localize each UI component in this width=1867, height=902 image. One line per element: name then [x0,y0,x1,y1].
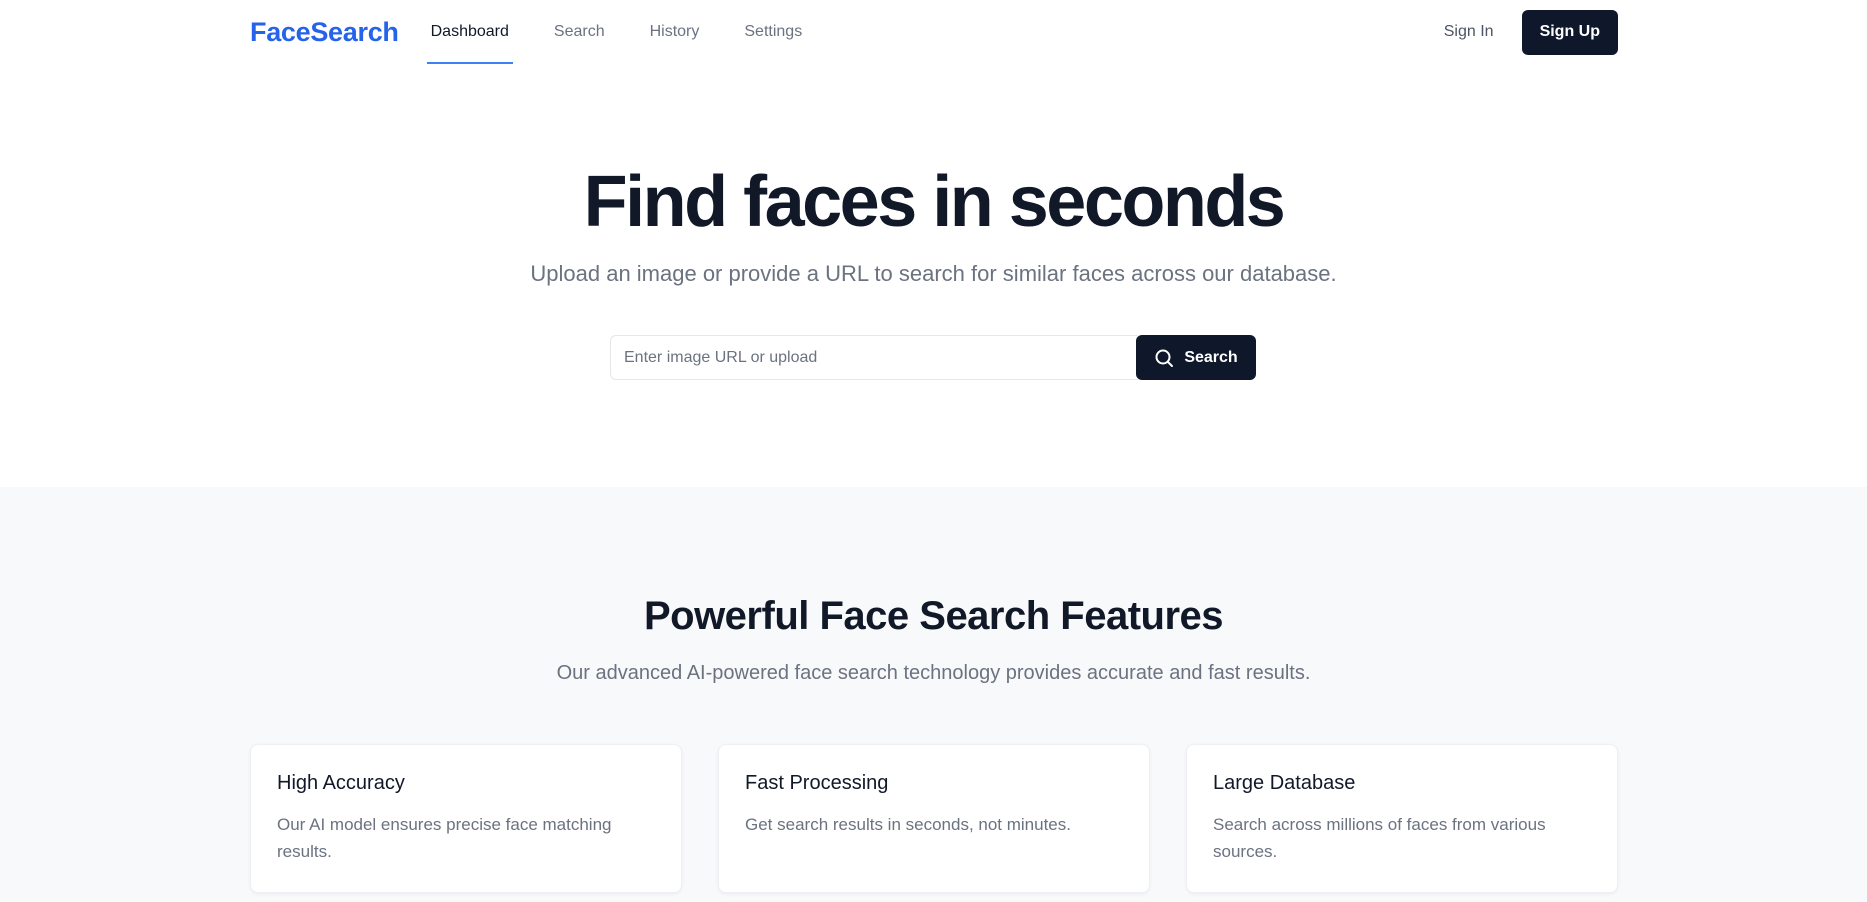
navbar-inner: FaceSearch Dashboard Search History Sett… [250,0,1618,64]
nav-link-search[interactable]: Search [550,0,609,64]
features-section: Powerful Face Search Features Our advanc… [0,487,1867,902]
hero-title: Find faces in seconds [583,162,1286,242]
search-bar: Search [610,335,1258,380]
nav-link-dashboard[interactable]: Dashboard [426,0,514,64]
sign-in-link[interactable]: Sign In [1444,23,1494,41]
image-url-input[interactable] [610,335,1138,380]
main-nav: Dashboard Search History Settings [426,0,844,64]
hero-section: Find faces in seconds Upload an image or… [0,64,1867,487]
features-subtitle: Our advanced AI-powered face search tech… [556,662,1311,684]
feature-card-description: Get search results in seconds, not minut… [745,815,1071,834]
search-button[interactable]: Search [1136,335,1256,380]
feature-card-fast-processing: Fast Processing Get search results in se… [718,744,1150,893]
nav-link-settings[interactable]: Settings [740,0,806,64]
logo[interactable]: FaceSearch [250,17,399,48]
feature-card-large-database: Large Database Search across millions of… [1186,744,1618,893]
nav-link-history[interactable]: History [646,0,704,64]
features-title: Powerful Face Search Features [643,594,1224,638]
feature-cards: High Accuracy Our AI model ensures preci… [250,744,1618,893]
search-icon [1154,348,1174,368]
feature-card-title: Fast Processing [745,772,889,794]
feature-card-title: High Accuracy [277,772,405,794]
sign-up-button[interactable]: Sign Up [1521,9,1618,55]
feature-card-description: Search across millions of faces from var… [1213,815,1546,861]
auth-actions: Sign In Sign Up [1444,9,1618,55]
feature-card-high-accuracy: High Accuracy Our AI model ensures preci… [250,744,682,893]
top-navbar: FaceSearch Dashboard Search History Sett… [0,0,1867,64]
search-button-label: Search [1184,348,1238,366]
hero-subtitle: Upload an image or provide a URL to sear… [530,261,1337,286]
feature-card-title: Large Database [1213,772,1356,794]
feature-card-description: Our AI model ensures precise face matchi… [277,815,612,861]
